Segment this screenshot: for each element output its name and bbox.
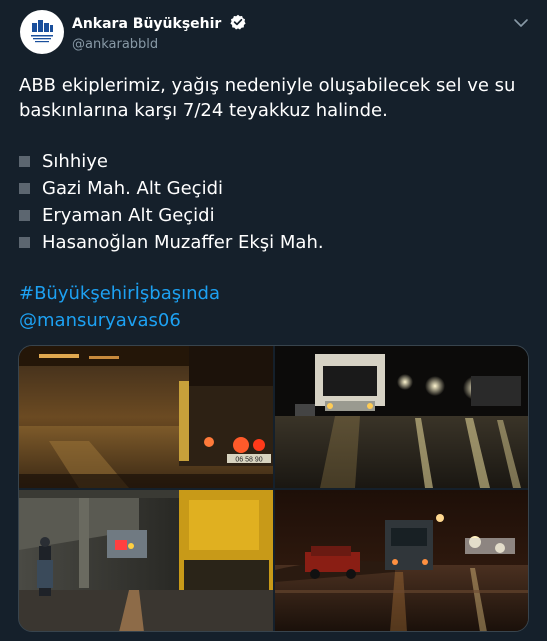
hashtag-link[interactable]: #Büyükşehirİşbaşında [19, 281, 529, 308]
list-item: Gazi Mah. Alt Geçidi [19, 175, 529, 202]
license-plate-text: 06 58 90 [235, 457, 262, 464]
media-photo-1[interactable]: 06 58 90 [19, 346, 273, 488]
media-photo-4[interactable] [275, 490, 528, 631]
square-bullet-icon [19, 210, 30, 221]
list-item: Eryaman Alt Geçidi [19, 202, 529, 229]
author-block: Ankara Büyükşehir @ankarabbld [72, 13, 247, 52]
night-road-flood-photo [275, 490, 528, 631]
media-photo-3[interactable] [19, 490, 273, 631]
mention-link[interactable]: @mansuryavas06 [19, 308, 529, 335]
list-item-label: Eryaman Alt Geçidi [42, 205, 215, 226]
flooded-underpass-photo: 06 58 90 [19, 346, 273, 488]
tweet-card: Ankara Büyükşehir @ankarabbld ABB ekiple… [0, 0, 547, 641]
media-photo-2[interactable] [275, 346, 528, 488]
location-list: Sıhhiye Gazi Mah. Alt Geçidi Eryaman Alt… [19, 148, 529, 256]
verified-badge-icon [230, 14, 247, 34]
avatar[interactable] [20, 10, 64, 54]
night-street-truck-photo [275, 346, 528, 488]
chevron-down-icon[interactable] [513, 14, 529, 27]
square-bullet-icon [19, 156, 30, 167]
list-item-label: Gazi Mah. Alt Geçidi [42, 178, 224, 199]
tweet-paragraph: ABB ekiplerimiz, yağış nedeniyle oluşabi… [19, 75, 516, 121]
underpass-yellow-truck-photo [19, 490, 273, 631]
list-item-label: Sıhhiye [42, 151, 108, 172]
list-item: Sıhhiye [19, 148, 529, 175]
display-name[interactable]: Ankara Büyükşehir [72, 16, 221, 32]
ankara-logo-icon [23, 13, 61, 51]
square-bullet-icon [19, 237, 30, 248]
tweet-links: #Büyükşehirİşbaşında @mansuryavas06 [19, 281, 529, 335]
handle[interactable]: @ankarabbld [72, 37, 246, 52]
media-grid: 06 58 90 [18, 345, 529, 632]
tweet-body: ABB ekiplerimiz, yağış nedeniyle oluşabi… [19, 73, 529, 335]
list-item-label: Hasanoğlan Muzaffer Ekşi Mah. [42, 232, 324, 253]
square-bullet-icon [19, 183, 30, 194]
list-item: Hasanoğlan Muzaffer Ekşi Mah. [19, 229, 529, 256]
